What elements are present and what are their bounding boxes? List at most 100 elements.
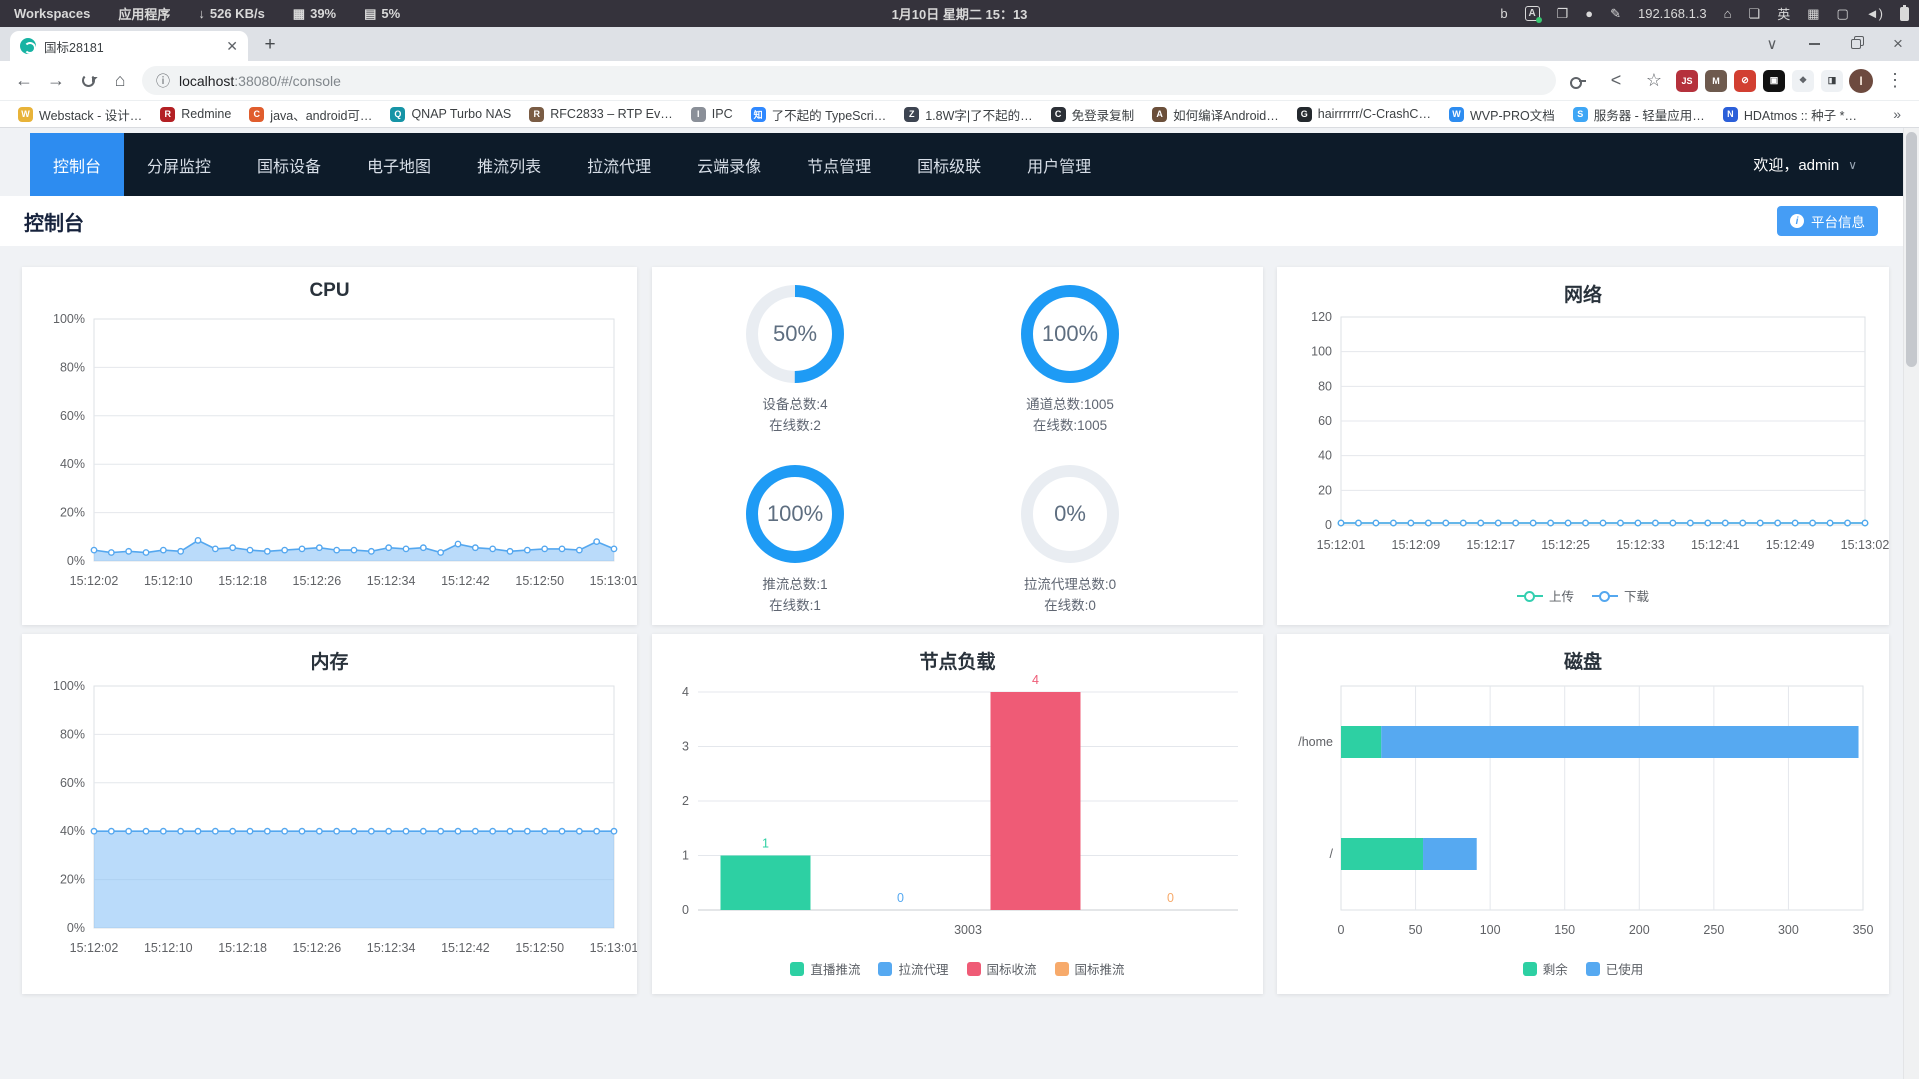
bookmarks-overflow-icon[interactable]: » [1885,106,1909,122]
legend-item[interactable]: 已使用 [1585,959,1643,978]
battery-icon[interactable] [1900,4,1909,21]
legend-item[interactable]: 直播推流 [790,959,860,978]
app-circle-icon[interactable]: ● [1585,6,1593,21]
legend-item[interactable]: 剩余 [1522,959,1568,978]
bookmark-item[interactable]: Q QNAP Turbo NAS [382,105,519,124]
gauge-1: 50% 设备总数:4 在线数:2 [685,279,905,436]
page-title: 控制台 [24,212,84,235]
tab-close-icon[interactable]: ✕ [226,38,238,55]
svg-text:15:12:42: 15:12:42 [441,574,490,588]
nav-item-9[interactable]: 国标级联 [894,133,1004,196]
ip-address[interactable]: 192.168.1.3 [1638,6,1707,21]
summary-gauges-card: 50% 设备总数:4 在线数:2 100% 通道总数:1005 在线数:1005 100% 推… [652,267,1263,625]
svg-text:100%: 100% [53,312,85,326]
new-tab-button[interactable]: + [256,32,284,60]
legend-label: 直播推流 [810,963,861,977]
password-key-icon[interactable] [1562,65,1594,97]
windows-icon[interactable]: ❏ [1749,6,1761,22]
page-info-icon[interactable]: ⓘ [156,71,170,91]
close-button[interactable]: × [1877,27,1919,61]
svg-text:40%: 40% [60,824,85,838]
clipboard-icon[interactable]: ❐ [1557,6,1569,22]
restore-button[interactable] [1835,27,1877,61]
svg-text:1: 1 [762,837,769,851]
bookmark-star-icon[interactable]: ☆ [1638,65,1670,97]
browser-menu-icon[interactable]: ⋮ [1879,65,1911,97]
bookmark-item[interactable]: Z 1.8W字|了不起的… [896,103,1040,126]
incognito-extension-icon[interactable]: M [1705,69,1727,92]
language-indicator[interactable]: 英 [1777,4,1790,23]
bookmark-item[interactable]: W WVP-PRO文档 [1441,103,1563,126]
chevron-down-icon: ∨ [1848,157,1857,172]
svg-text:0: 0 [1167,891,1174,905]
screen-icon[interactable]: ▢ [1837,6,1849,22]
bookmark-item[interactable]: A 如何编译Android… [1144,103,1287,126]
scrollbar-thumb[interactable] [1906,132,1917,367]
bookmark-item[interactable]: S 服务器 - 轻量应用… [1565,103,1713,126]
svg-text:0%: 0% [67,554,85,568]
tab-search-icon[interactable]: ∨ [1751,27,1793,61]
legend-item[interactable]: 上传 [1516,586,1574,605]
bookmark-item[interactable]: C 免登录复制 [1043,103,1143,126]
nav-item-7[interactable]: 云端录像 [674,133,784,196]
nav-item-4[interactable]: 电子地图 [344,133,454,196]
profile-avatar[interactable]: I [1849,68,1873,93]
minimize-button[interactable] [1793,27,1835,61]
screenshot-pen-icon[interactable]: ✎ [1610,6,1621,22]
nav-item-2[interactable]: 分屏监控 [124,133,234,196]
bing-icon[interactable]: b [1500,6,1507,21]
legend-item[interactable]: 下载 [1592,586,1649,605]
legend-item[interactable]: 国标收流 [966,959,1037,978]
bookmark-item[interactable]: N HDAtmos :: 种子 *… [1715,103,1865,126]
legend-swatch [1592,590,1618,602]
url-host: localhost [179,72,235,89]
browser-tab[interactable]: 国标28181 ✕ [10,31,248,61]
gauge-online-label: 在线数:2 [769,418,821,433]
bookmark-favicon: A [1152,106,1168,122]
toolbar-actions: < ☆ JS M ⊘ ▣ ❖ ◨ I ⋮ [1562,65,1911,97]
reader-extension-icon[interactable]: ▣ [1763,69,1785,92]
page-scrollbar[interactable] [1903,128,1919,1079]
user-menu[interactable]: 欢迎，admin ∨ [1753,133,1857,196]
nav-item-5[interactable]: 推流列表 [454,133,564,196]
svg-text:15:12:18: 15:12:18 [218,574,267,588]
gauge-total-label: 拉流代理总数:0 [1023,577,1117,592]
legend-item[interactable]: 国标推流 [1054,959,1125,978]
svg-text:15:12:33: 15:12:33 [1616,538,1665,552]
bookmark-item[interactable]: I IPC [683,105,741,124]
nav-item-6[interactable]: 拉流代理 [564,133,674,196]
bookmark-item[interactable]: Cjava、android可… [241,103,380,126]
sidebar-extension-icon[interactable]: ◨ [1821,69,1843,92]
legend-swatch [1516,590,1543,602]
svg-text:15:12:50: 15:12:50 [515,574,564,588]
address-bar[interactable]: ⓘ localhost:38080/#/console [142,66,1556,95]
system-top-bar: Workspaces 应用程序 ↓ 526 KB/s ▦ 39% ▤ 5% 1月… [0,0,1919,27]
share-icon[interactable]: < [1600,65,1632,97]
browser-tab-strip: 国标28181 ✕ + ∨ × [0,27,1919,61]
reload-icon[interactable] [72,65,104,97]
svg-text:40%: 40% [60,457,85,471]
back-icon[interactable]: ← [8,65,40,97]
legend-item[interactable]: 拉流代理 [878,959,949,978]
bookmark-item[interactable]: R Redmine [152,105,239,124]
bookmark-item[interactable]: W Webstack - 设计… [10,103,150,126]
bookmark-item[interactable]: Ghairrrrrr/C-CrashC… [1289,105,1439,124]
bookmark-item[interactable]: R RFC2833 – RTP Ev… [521,105,681,124]
bookmark-item[interactable]: 知了不起的 TypeScri… [743,103,895,126]
home-icon[interactable]: ⌂ [1724,6,1732,21]
svg-text:350: 350 [1853,923,1874,937]
nav-item-1[interactable]: 控制台 [30,133,125,196]
blocker-extension-icon[interactable]: ⊘ [1734,69,1756,92]
platform-info-button[interactable]: i 平台信息 [1777,206,1878,236]
nav-item-10[interactable]: 用户管理 [1004,133,1114,196]
nav-item-8[interactable]: 节点管理 [784,133,894,196]
input-method-icon[interactable]: A [1524,6,1542,23]
forward-icon[interactable]: → [40,65,72,97]
js-extension-icon[interactable]: JS [1676,69,1698,92]
nav-item-3[interactable]: 国标设备 [234,133,344,196]
url-path: :38080/#/console [234,72,341,89]
volume-icon[interactable]: ◄) [1866,6,1883,21]
puzzle-extensions-icon[interactable]: ❖ [1792,69,1814,92]
home-icon[interactable]: ⌂ [104,65,136,97]
grid-icon[interactable]: ▦ [1807,6,1819,22]
